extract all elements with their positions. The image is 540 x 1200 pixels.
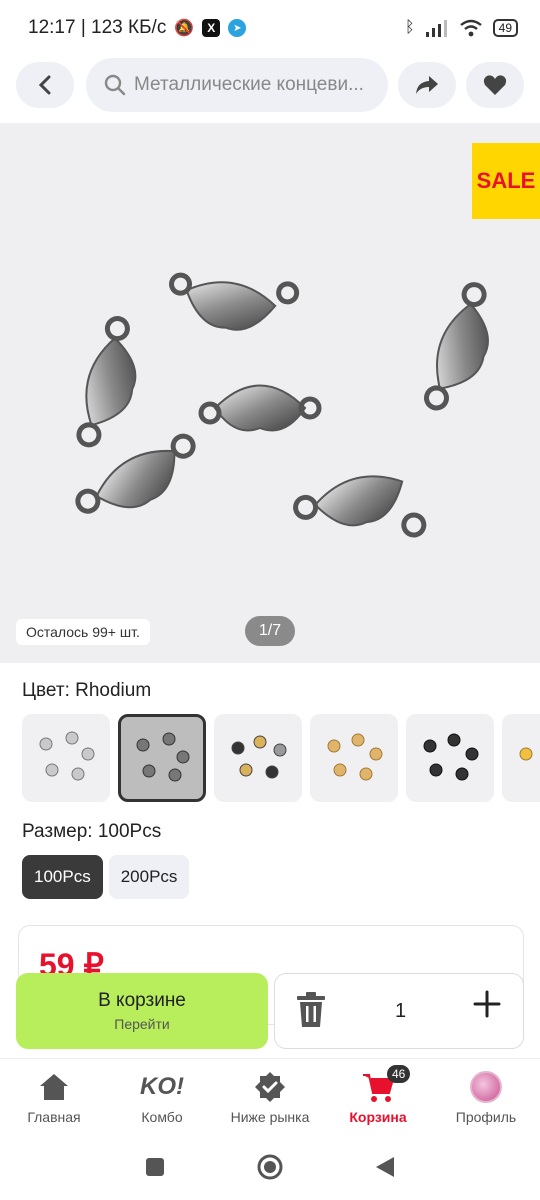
stock-badge: Осталось 99+ шт. — [16, 619, 150, 645]
quantity-stepper: 1 — [274, 973, 524, 1049]
status-bar: 12:17 | 123 КБ/с 🔕 X ➤ ᛒ 49 — [0, 0, 540, 56]
nav-home-label: Главная — [27, 1109, 81, 1125]
telegram-icon: ➤ — [228, 19, 247, 37]
combo-logo-icon: KO! — [140, 1073, 184, 1100]
heart-icon — [483, 75, 507, 95]
nav-profile-label: Профиль — [455, 1109, 517, 1125]
color-swatch-gold-2[interactable] — [502, 714, 540, 802]
cart-button-label: В корзине — [98, 990, 186, 1011]
nav-combo-label: Комбо — [141, 1109, 183, 1125]
nav-home[interactable]: Главная — [0, 1059, 108, 1134]
size-options: 100Pcs 200Pcs — [22, 855, 190, 899]
nav-combo[interactable]: KO! Комбо — [108, 1059, 216, 1134]
signal-icon — [425, 20, 447, 37]
nav-cart[interactable]: 46 Корзина — [324, 1059, 432, 1134]
share-button[interactable] — [398, 62, 456, 108]
favorite-button[interactable] — [466, 62, 524, 108]
color-swatches — [22, 714, 540, 804]
cart-count-badge: 46 — [387, 1065, 411, 1083]
search-placeholder: Металлические концеви... — [134, 74, 364, 95]
swatch-gold-image — [327, 733, 383, 781]
swatch-rhodium-image — [136, 732, 190, 782]
search-icon — [104, 74, 126, 96]
swatch-silver-image — [39, 731, 95, 781]
cart-button-sublabel: Перейти — [114, 1016, 170, 1032]
color-label: Цвет: Rhodium — [22, 680, 152, 701]
color-swatch-gold[interactable] — [310, 714, 398, 802]
size-option-100[interactable]: 100Pcs — [22, 855, 103, 899]
product-gallery[interactable]: SALE Осталось 99+ шт. 1/7 — [0, 123, 540, 663]
bottom-navigation: Главная KO! Комбо Ниже рынка 46 Корзина … — [0, 1058, 540, 1134]
sale-badge: SALE — [472, 143, 540, 219]
home-icon — [38, 1071, 70, 1103]
back-button[interactable] — [16, 62, 74, 108]
avatar — [470, 1071, 502, 1103]
size-option-200[interactable]: 200Pcs — [108, 855, 190, 899]
product-photo — [75, 272, 489, 538]
swatch-gold2-image — [519, 747, 533, 761]
x-app-icon: X — [202, 19, 221, 37]
nav-below-market[interactable]: Ниже рынка — [216, 1059, 324, 1134]
search-input[interactable]: Металлические концеви... — [86, 58, 388, 112]
wifi-icon — [459, 19, 482, 37]
verified-badge-icon — [254, 1071, 286, 1103]
home-circle-icon[interactable] — [256, 1153, 284, 1181]
color-swatch-rhodium[interactable] — [118, 714, 206, 802]
nav-profile[interactable]: Профиль — [432, 1059, 540, 1134]
top-bar: Металлические концеви... — [0, 58, 540, 114]
plus-icon[interactable] — [473, 988, 501, 1024]
profile-avatar — [470, 1071, 502, 1103]
color-swatch-silver[interactable] — [22, 714, 110, 802]
swatch-black-image — [423, 733, 479, 781]
system-navigation — [0, 1134, 540, 1200]
gallery-page-counter: 1/7 — [245, 616, 295, 646]
recents-square-icon[interactable] — [144, 1156, 166, 1178]
status-time: 12:17 | 123 КБ/с — [28, 17, 167, 38]
nav-cart-label: Корзина — [349, 1109, 407, 1125]
bluetooth-icon: ᛒ — [405, 19, 415, 36]
trash-icon[interactable] — [295, 992, 327, 1033]
quantity-value: 1 — [395, 1000, 407, 1022]
share-arrow-icon — [416, 76, 438, 94]
color-swatch-black[interactable] — [406, 714, 494, 802]
battery-indicator: 49 — [492, 19, 518, 37]
back-triangle-icon[interactable] — [374, 1155, 396, 1179]
chevron-left-icon — [38, 75, 51, 95]
color-swatch-gold-black[interactable] — [214, 714, 302, 802]
bell-off-icon: 🔕 — [174, 20, 195, 37]
in-cart-button[interactable]: В корзине Перейти — [16, 973, 268, 1049]
swatch-mixed-image — [231, 735, 287, 779]
nav-below-market-label: Ниже рынка — [230, 1109, 310, 1125]
size-label: Размер: 100Pcs — [22, 821, 162, 842]
